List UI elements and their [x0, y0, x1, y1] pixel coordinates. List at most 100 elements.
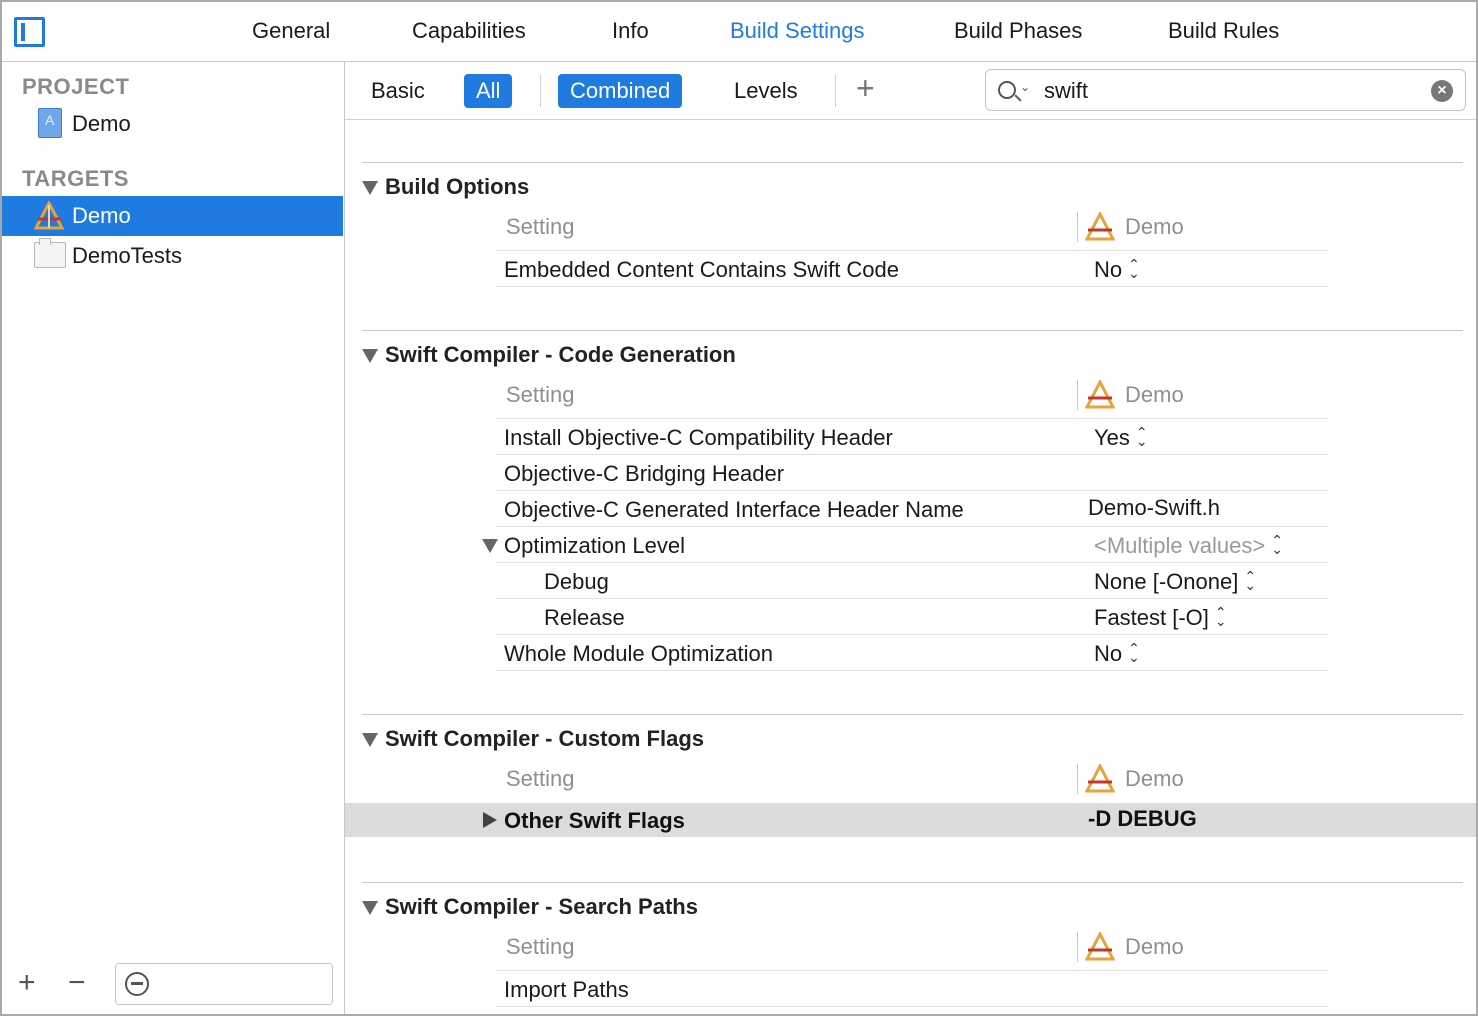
project-target-sidebar: PROJECT Demo TARGETS Demo DemoTests + − — [2, 62, 345, 1014]
basic-button[interactable]: Basic — [359, 74, 437, 108]
combined-button[interactable]: Combined — [558, 74, 683, 108]
column-header-setting: Setting — [506, 766, 575, 791]
chevron-down-icon[interactable]: ⌄ — [1020, 80, 1030, 94]
disclosure-triangle-icon[interactable] — [362, 349, 378, 363]
editor-tab-bar: General Capabilities Info Build Settings… — [2, 2, 1476, 62]
sidebar-filter-field[interactable] — [115, 963, 333, 1005]
setting-name: Whole Module Optimization — [504, 641, 774, 666]
tab-build-phases[interactable]: Build Phases — [954, 18, 1082, 44]
setting-value[interactable]: Demo-Swift.h — [1088, 495, 1220, 521]
add-target-button[interactable]: + — [18, 966, 36, 1000]
column-target-label: Demo — [1125, 382, 1184, 407]
setting-row[interactable]: Objective-C Generated Interface Header N… — [496, 491, 1328, 527]
tab-build-settings[interactable]: Build Settings — [730, 18, 865, 44]
build-settings-filter-bar: Basic All Combined Levels + ⌄ swift × — [345, 62, 1476, 120]
column-header-setting: Setting — [506, 382, 575, 407]
divider — [1077, 212, 1078, 242]
setting-row[interactable]: Install Objective-C Compatibility Header… — [496, 419, 1328, 455]
setting-row[interactable]: Embedded Content Contains Swift Code No ⌃… — [496, 251, 1328, 287]
column-target-label: Demo — [1125, 766, 1184, 791]
setting-row-sub[interactable]: Release Fastest [-O] ⌃ ⌄ — [496, 599, 1328, 635]
sidebar-item-target-demotests[interactable]: DemoTests — [2, 236, 343, 276]
sidebar-item-label: Demo — [72, 111, 131, 136]
setting-name: Debug — [544, 569, 609, 594]
clear-search-icon[interactable]: × — [1431, 80, 1453, 102]
levels-button[interactable]: Levels — [722, 74, 810, 108]
app-target-icon — [1085, 764, 1115, 793]
section-divider — [362, 882, 1463, 883]
tab-build-rules[interactable]: Build Rules — [1168, 18, 1279, 44]
setting-row-expandable[interactable]: Optimization Level <Multiple values> ⌃ ⌄ — [482, 527, 1328, 563]
disclosure-triangle-icon[interactable] — [362, 733, 378, 747]
setting-name: Other Swift Flags — [504, 808, 685, 833]
sidebar-item-target-demo[interactable]: Demo — [2, 196, 343, 236]
disclosure-triangle-icon[interactable] — [362, 181, 378, 195]
section-title: Build Options — [385, 174, 530, 199]
tab-info[interactable]: Info — [612, 18, 649, 44]
stepper-icon[interactable]: ⌃ ⌄ — [1136, 425, 1148, 448]
disclosure-triangle-icon[interactable] — [362, 901, 378, 915]
disclosure-triangle-icon[interactable] — [483, 812, 497, 828]
divider — [1077, 932, 1078, 962]
all-button[interactable]: All — [464, 74, 513, 108]
setting-value[interactable]: No ⌃ ⌄ — [1094, 257, 1140, 283]
tab-capabilities[interactable]: Capabilities — [412, 18, 526, 44]
sidebar-item-project-demo[interactable]: Demo — [2, 104, 343, 144]
setting-row[interactable]: Import Paths — [496, 971, 1328, 1007]
divider — [1077, 764, 1078, 794]
setting-row[interactable]: Whole Module Optimization No ⌃ ⌄ — [496, 635, 1328, 671]
project-section-header: PROJECT — [22, 74, 130, 99]
setting-name: Objective-C Bridging Header — [504, 461, 785, 486]
setting-value[interactable]: Yes ⌃ ⌄ — [1094, 425, 1148, 451]
divider — [540, 75, 541, 107]
setting-name: Release — [544, 605, 625, 630]
setting-name: Install Objective-C Compatibility Header — [504, 425, 893, 450]
sidebar-item-label: DemoTests — [72, 243, 183, 268]
setting-name: Import Paths — [504, 977, 629, 1002]
setting-value[interactable]: <Multiple values> ⌃ ⌄ — [1094, 533, 1283, 559]
setting-value[interactable]: None [-Onone] ⌃ ⌄ — [1094, 569, 1256, 595]
setting-value[interactable]: -D DEBUG — [1088, 806, 1197, 832]
section-divider — [362, 714, 1463, 715]
setting-value[interactable]: No ⌃ ⌄ — [1094, 641, 1140, 667]
stepper-icon[interactable]: ⌃ ⌄ — [1215, 605, 1227, 628]
remove-target-button[interactable]: − — [68, 966, 86, 1000]
column-target-label: Demo — [1125, 934, 1184, 959]
section-divider — [362, 162, 1463, 163]
setting-name: Embedded Content Contains Swift Code — [504, 257, 900, 282]
sidebar-toggle-icon[interactable] — [14, 17, 45, 47]
setting-value[interactable]: Fastest [-O] ⌃ ⌄ — [1094, 605, 1227, 631]
column-target-label: Demo — [1125, 214, 1184, 239]
section-title: Swift Compiler - Search Paths — [385, 894, 698, 919]
tab-general[interactable]: General — [252, 18, 330, 44]
add-setting-button[interactable]: + — [856, 70, 875, 107]
filter-icon — [125, 972, 149, 996]
setting-row[interactable]: Objective-C Bridging Header — [496, 455, 1328, 491]
search-field[interactable]: ⌄ swift × — [985, 69, 1466, 111]
stepper-icon[interactable]: ⌃ ⌄ — [1128, 257, 1140, 280]
stepper-icon[interactable]: ⌃ ⌄ — [1271, 533, 1283, 556]
sidebar-footer: + − — [2, 958, 343, 1014]
disclosure-triangle-icon[interactable] — [482, 539, 498, 553]
search-icon — [998, 81, 1016, 99]
column-header-setting: Setting — [506, 934, 575, 959]
search-input[interactable]: swift — [1044, 78, 1088, 104]
section-title: Swift Compiler - Code Generation — [385, 342, 736, 367]
app-target-icon — [1085, 380, 1115, 409]
project-file-icon — [38, 108, 62, 138]
app-target-icon — [34, 201, 64, 230]
setting-row-selected[interactable]: Other Swift Flags -D DEBUG — [345, 803, 1476, 837]
sidebar-item-label: Demo — [72, 203, 131, 228]
build-settings-table: Build Options Setting Demo Embedded Cont… — [345, 120, 1476, 1014]
setting-row-sub[interactable]: Debug None [-Onone] ⌃ ⌄ — [496, 563, 1328, 599]
app-target-icon — [1085, 212, 1115, 241]
test-bundle-icon — [34, 238, 66, 268]
section-title: Swift Compiler - Custom Flags — [385, 726, 705, 751]
targets-section-header: TARGETS — [22, 166, 129, 191]
stepper-icon[interactable]: ⌃ ⌄ — [1244, 569, 1256, 592]
section-divider — [362, 330, 1463, 331]
setting-name: Objective-C Generated Interface Header N… — [504, 497, 964, 522]
divider — [835, 75, 836, 107]
divider — [1077, 380, 1078, 410]
stepper-icon[interactable]: ⌃ ⌄ — [1128, 641, 1140, 664]
